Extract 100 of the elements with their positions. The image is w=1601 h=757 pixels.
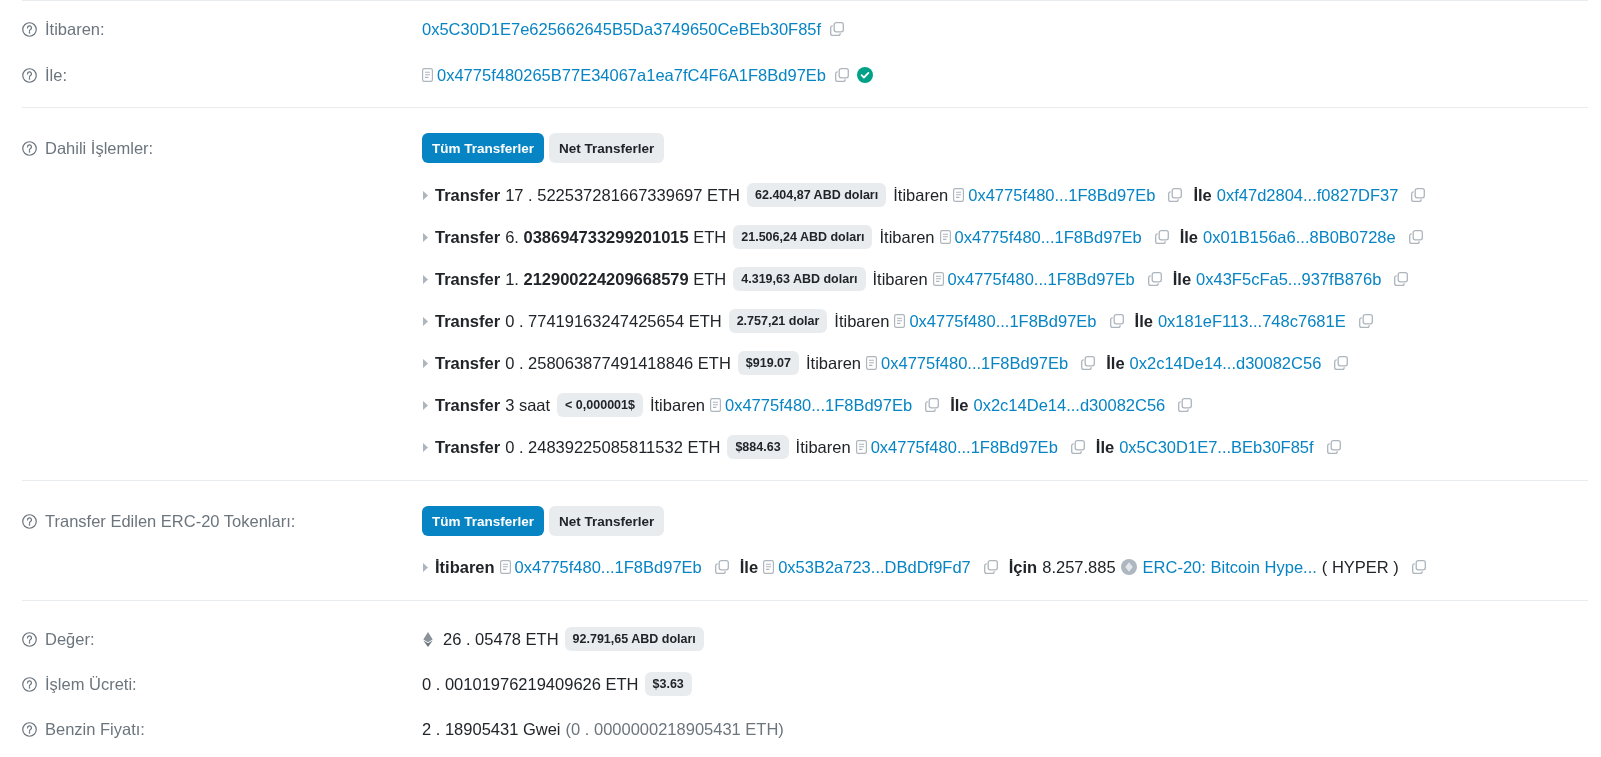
help-icon <box>22 513 37 529</box>
copy-icon[interactable] <box>1178 398 1193 412</box>
copy-icon[interactable] <box>1408 230 1423 244</box>
address-link[interactable]: 0x4775f480...1F8Bd97Eb <box>725 395 913 415</box>
amount-text: 2 . 18905431 Gwei <box>422 719 561 739</box>
address-link[interactable]: 0x4775f480...1F8Bd97Eb <box>954 227 1142 247</box>
usd-value-badge: 92.791,65 ABD doları <box>564 627 704 651</box>
filter-tab[interactable]: Net Transferler <box>549 133 665 163</box>
address-link[interactable]: 0x2c14De14...d30082C56 <box>1129 353 1322 373</box>
to-label: İle <box>950 395 969 415</box>
to-label: İle <box>739 557 759 577</box>
to-label: İle <box>1134 311 1153 331</box>
usd-value-badge: 62.404,87 ABD doları <box>747 183 887 207</box>
usd-value-badge: < 0,000001$ <box>557 393 643 417</box>
filter-tab[interactable]: Net Transferler <box>549 506 665 536</box>
transfer-title: Transfer <box>435 269 501 289</box>
copy-icon[interactable] <box>1411 188 1426 202</box>
copy-icon[interactable] <box>1109 314 1124 328</box>
from-label: İtibaren <box>893 185 949 205</box>
caret-icon[interactable] <box>423 442 428 452</box>
amount-text: 6. 038694733299201015 ETH <box>505 227 727 247</box>
eth-equivalent-text: (0 . 0000000218905431 ETH) <box>565 719 784 739</box>
token-icon <box>1120 559 1137 575</box>
caret-icon[interactable] <box>423 232 428 242</box>
caret-icon[interactable] <box>423 316 428 326</box>
usd-value-badge: $884.63 <box>727 435 789 459</box>
eth-diamond-icon <box>423 631 433 647</box>
copy-icon[interactable] <box>1326 440 1341 454</box>
address-link[interactable]: 0xf47d2804...f0827DF37 <box>1216 185 1399 205</box>
copy-icon[interactable] <box>1411 560 1426 574</box>
help-icon <box>22 140 37 156</box>
amount-text: 0 . 258063877491418846 ETH <box>505 353 731 373</box>
help-icon <box>22 631 37 647</box>
transfer-title: Transfer <box>435 395 501 415</box>
address-link[interactable]: 0x2c14De14...d30082C56 <box>973 395 1166 415</box>
address-link[interactable]: 0x4775f480...1F8Bd97Eb <box>514 557 702 577</box>
address-link[interactable]: 0x5C30D1E7e625662645B5Da3749650CeBEb30F85f <box>422 19 822 39</box>
filter-tab[interactable]: Tüm Transferler <box>422 506 545 536</box>
amount-text: 26 . 05478 ETH <box>443 629 559 649</box>
address-link[interactable]: 0x4775f480265B77E34067a1ea7fC4F6A1F8Bd97Eb <box>437 65 826 85</box>
token-symbol: ( HYPER ) <box>1321 557 1399 577</box>
address-link[interactable]: 0x4775f480...1F8Bd97Eb <box>881 353 1069 373</box>
from-label: İtibaren <box>879 227 935 247</box>
filter-tab[interactable]: Tüm Transferler <box>422 133 545 163</box>
token-link[interactable]: ERC-20: Bitcoin Hype... <box>1142 557 1317 577</box>
help-icon <box>22 21 37 37</box>
address-link[interactable]: 0x181eF113...748c7681E <box>1157 311 1346 331</box>
to-label: İle <box>1172 269 1192 289</box>
address-link[interactable]: 0x4775f480...1F8Bd97Eb <box>870 437 1058 457</box>
usd-value-badge: 21.506,24 ABD doları <box>733 225 873 249</box>
address-link[interactable]: 0x53B2a723...DBdDf9Fd7 <box>778 557 971 577</box>
copy-icon[interactable] <box>714 560 729 574</box>
to-label: İle <box>1179 227 1199 247</box>
copy-icon[interactable] <box>830 22 845 36</box>
copy-icon[interactable] <box>1081 356 1096 370</box>
address-link[interactable]: 0x4775f480...1F8Bd97Eb <box>909 311 1097 331</box>
caret-icon[interactable] <box>423 190 428 200</box>
from-label: İtibaren <box>649 395 705 415</box>
from-label: İtibaren <box>795 437 851 457</box>
usd-value-badge: $919.07 <box>737 351 799 375</box>
caret-icon[interactable] <box>423 274 428 284</box>
address-link[interactable]: 0x4775f480...1F8Bd97Eb <box>947 269 1135 289</box>
copy-icon[interactable] <box>1334 356 1349 370</box>
address-link[interactable]: 0x43F5cFa5...937fB876b <box>1196 269 1382 289</box>
field-label: İşlem Ücreti: <box>45 674 137 694</box>
copy-icon[interactable] <box>1147 272 1162 286</box>
copy-icon[interactable] <box>1358 314 1373 328</box>
help-icon <box>22 676 37 692</box>
from-label: İtibaren <box>872 269 928 289</box>
from-label: İtibaren <box>834 311 890 331</box>
copy-icon[interactable] <box>1168 188 1183 202</box>
usd-value-badge: $3.63 <box>644 672 692 696</box>
field-label: Dahili İşlemler: <box>45 138 154 158</box>
help-icon <box>22 67 37 83</box>
copy-icon[interactable] <box>835 68 849 82</box>
copy-icon[interactable] <box>1070 440 1085 454</box>
transfer-title: Transfer <box>435 353 501 373</box>
amount-text: 17 . 522537281667339697 ETH <box>505 185 740 205</box>
address-link[interactable]: 0x01B156a6...8B0B0728e <box>1203 227 1396 247</box>
field-label: Transfer Edilen ERC-20 Tokenları: <box>45 511 296 531</box>
copy-icon[interactable] <box>1154 230 1169 244</box>
copy-icon[interactable] <box>983 560 998 574</box>
address-link[interactable]: 0x5C30D1E7...BEb30F85f <box>1119 437 1314 457</box>
transfer-title: Transfer <box>435 437 501 457</box>
transfer-title: Transfer <box>435 185 501 205</box>
address-link[interactable]: 0x4775f480...1F8Bd97Eb <box>968 185 1156 205</box>
amount-text: 0 . 77419163247425654 ETH <box>505 311 722 331</box>
transfer-title: Transfer <box>435 227 501 247</box>
caret-icon[interactable] <box>423 400 428 410</box>
token-amount: 8.257.885 <box>1042 557 1116 577</box>
copy-icon[interactable] <box>1394 272 1409 286</box>
caret-icon[interactable] <box>423 562 428 572</box>
transfer-title: Transfer <box>435 311 501 331</box>
caret-icon[interactable] <box>423 358 428 368</box>
copy-icon[interactable] <box>925 398 940 412</box>
field-label: Benzin Fiyatı: <box>45 719 145 739</box>
amount-text: 0 . 24839225085811532 ETH <box>505 437 721 457</box>
amount-text: 1. 212900224209668579 ETH <box>505 269 727 289</box>
amount-text: 3 saat <box>505 395 551 415</box>
field-label: Değer: <box>45 629 95 649</box>
